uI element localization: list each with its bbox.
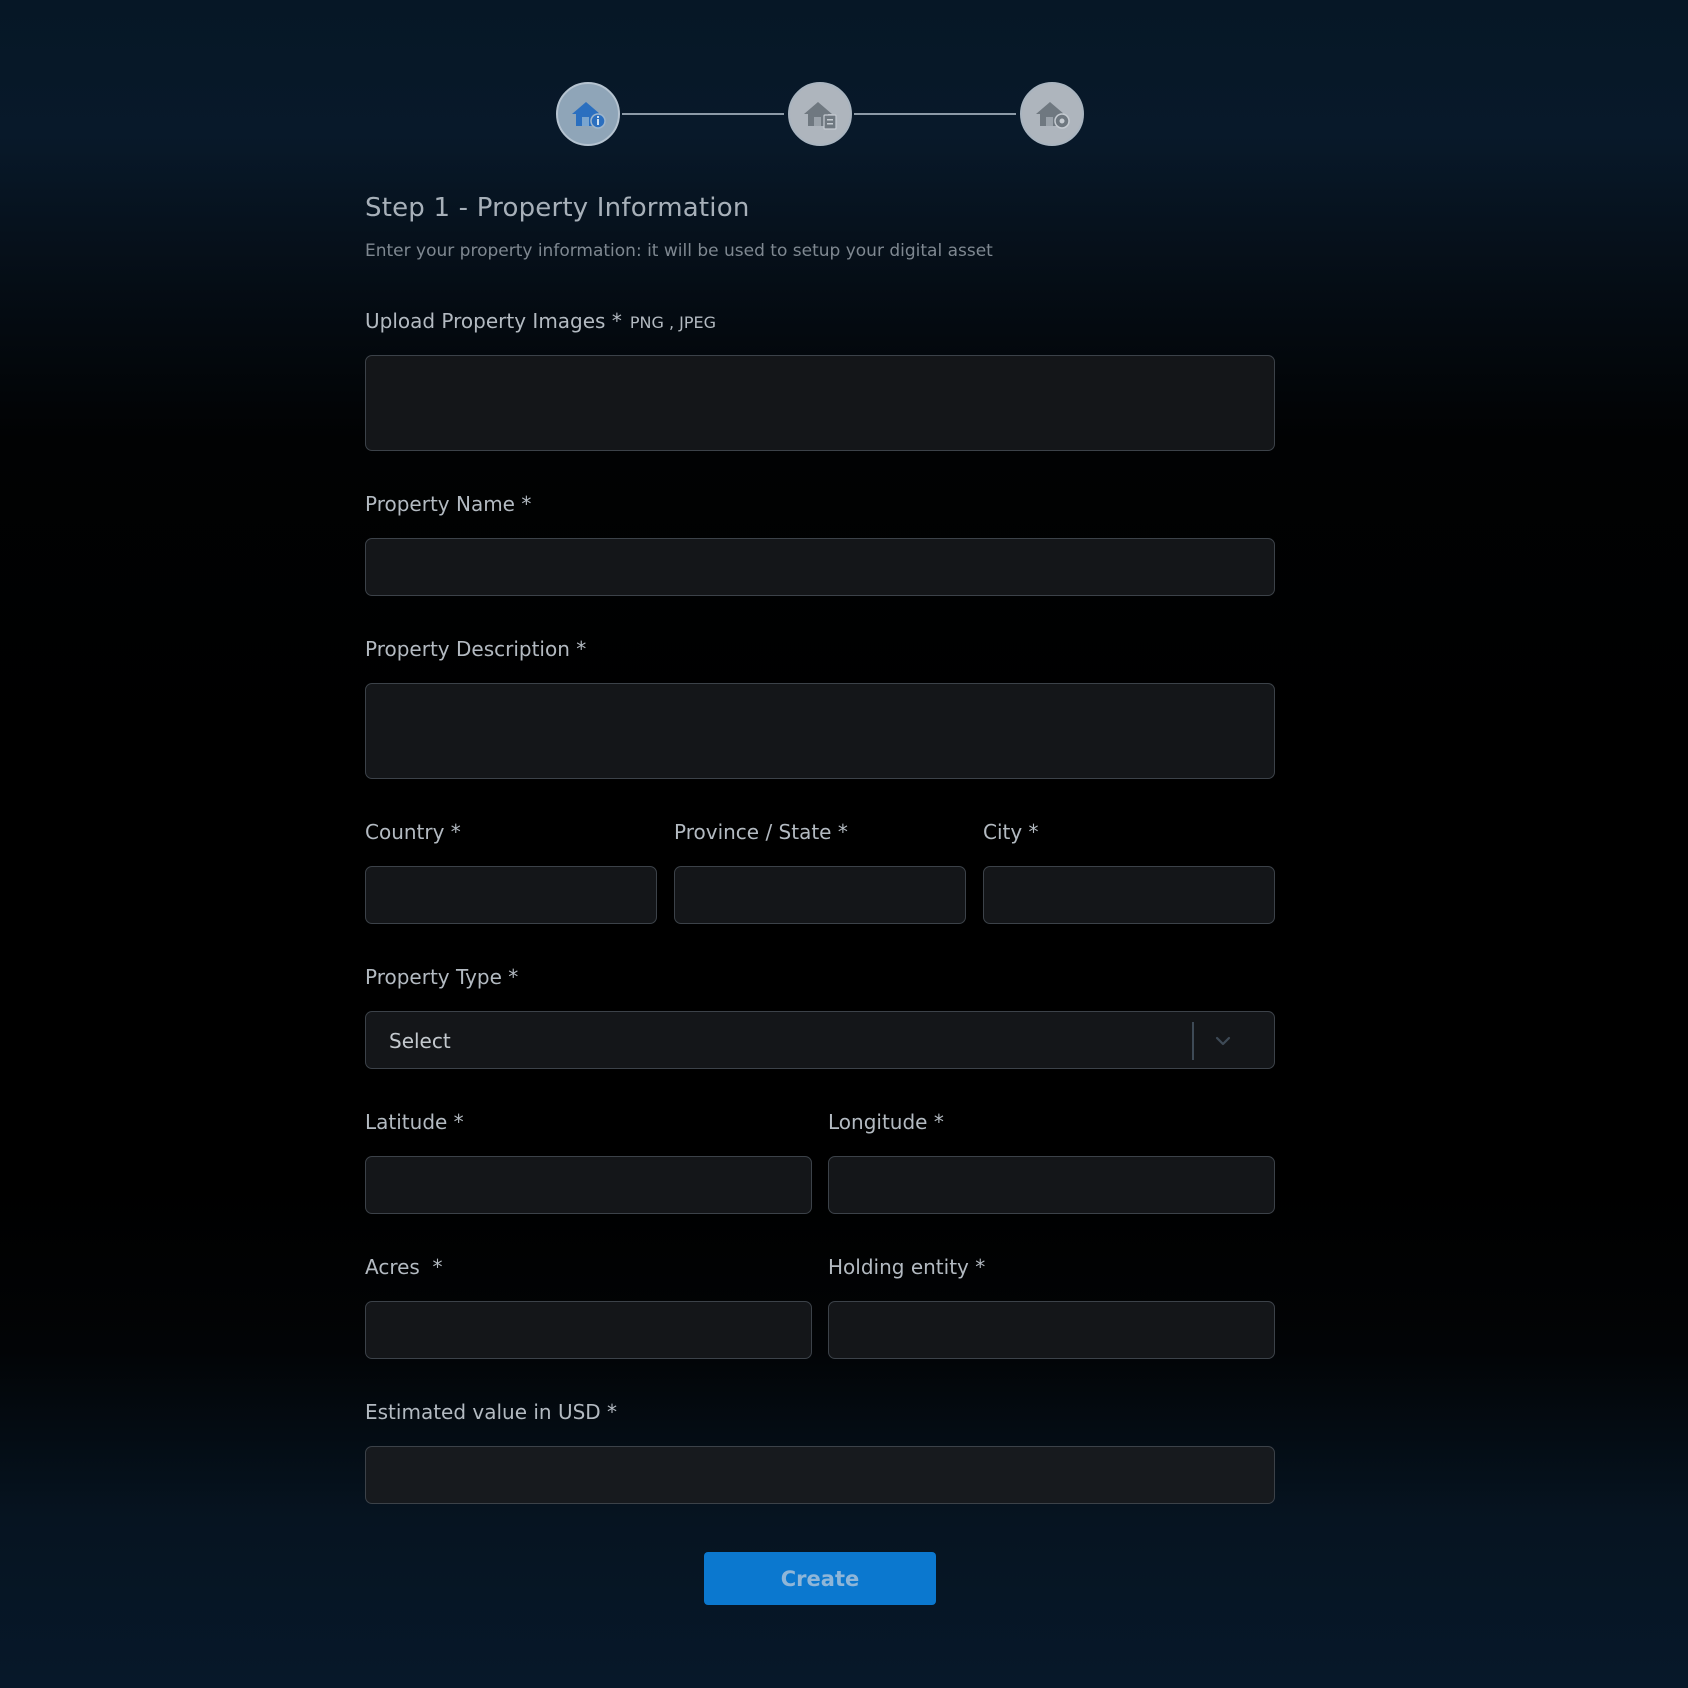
- create-button[interactable]: Create: [704, 1552, 936, 1605]
- upload-images-label-text: Upload Property Images *: [365, 309, 622, 333]
- house-settings-icon: [1036, 102, 1070, 129]
- step-connector-1: [622, 113, 784, 115]
- property-type-label: Property Type *: [365, 965, 519, 989]
- country-label: Country *: [365, 820, 461, 844]
- step-3-settings[interactable]: [1020, 82, 1084, 146]
- province-state-input[interactable]: [674, 866, 966, 924]
- property-name-input[interactable]: [365, 538, 1275, 596]
- holding-entity-input[interactable]: [828, 1301, 1275, 1359]
- step-1-property-info[interactable]: [556, 82, 620, 146]
- acres-input[interactable]: [365, 1301, 812, 1359]
- city-input[interactable]: [983, 866, 1275, 924]
- progress-stepper: [0, 82, 1688, 146]
- house-info-icon: [572, 102, 606, 129]
- latitude-input[interactable]: [365, 1156, 812, 1214]
- property-description-input[interactable]: [365, 683, 1275, 779]
- house-document-icon: [804, 102, 837, 130]
- longitude-input[interactable]: [828, 1156, 1275, 1214]
- country-input[interactable]: [365, 866, 657, 924]
- select-separator: [1192, 1022, 1194, 1060]
- longitude-label: Longitude *: [828, 1110, 944, 1134]
- page-title: Step 1 - Property Information: [365, 193, 750, 223]
- step-connector-2: [854, 113, 1016, 115]
- holding-entity-label: Holding entity *: [828, 1255, 986, 1279]
- latitude-label: Latitude *: [365, 1110, 464, 1134]
- upload-format-hint: PNG , JPEG: [629, 313, 716, 332]
- property-name-label: Property Name *: [365, 492, 532, 516]
- chevron-down-icon[interactable]: [1212, 1030, 1234, 1052]
- upload-images-label: Upload Property Images * PNG , JPEG: [365, 309, 716, 333]
- step-2-documents[interactable]: [788, 82, 852, 146]
- upload-images-dropzone[interactable]: [365, 355, 1275, 451]
- page-subtitle: Enter your property information: it will…: [365, 241, 993, 261]
- property-type-value: Select: [389, 1029, 451, 1053]
- estimated-value-label: Estimated value in USD *: [365, 1400, 618, 1424]
- estimated-value-input[interactable]: [365, 1446, 1275, 1504]
- province-state-label: Province / State *: [674, 820, 848, 844]
- property-type-select[interactable]: Select: [365, 1011, 1275, 1069]
- city-label: City *: [983, 820, 1039, 844]
- acres-label: Acres *: [365, 1255, 443, 1279]
- property-description-label: Property Description *: [365, 637, 587, 661]
